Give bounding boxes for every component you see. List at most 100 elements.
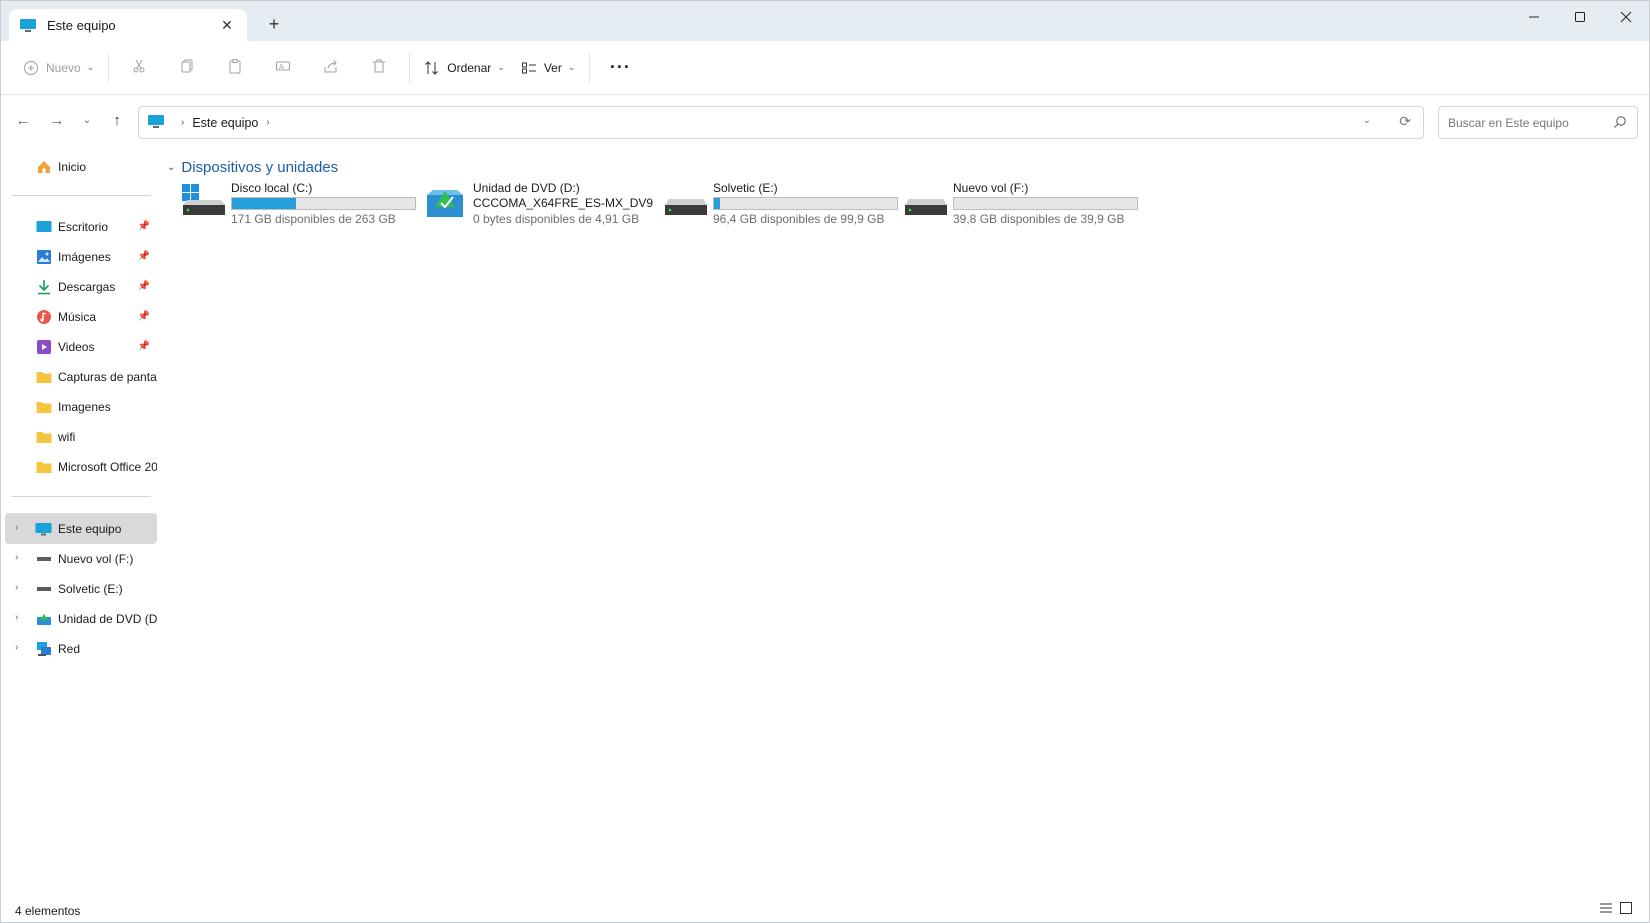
sidebar-item-inicio[interactable]: Inicio [5, 151, 157, 182]
drive-name: Disco local (C:) [231, 181, 313, 195]
new-button[interactable]: Nuevo ⌄ [15, 50, 102, 86]
delete-button[interactable] [355, 50, 403, 86]
pin-icon[interactable]: 📌 [137, 251, 151, 262]
chevron-right-icon[interactable]: › [181, 117, 184, 128]
drive-label: CCCOMA_X64FRE_ES-MX_DV9 [473, 196, 654, 210]
chevron-right-icon[interactable]: › [266, 117, 269, 128]
breadcrumb-este-equipo[interactable]: Este equipo [192, 116, 258, 130]
sidebar-item-label: Inicio [58, 159, 87, 174]
chevron-down-icon[interactable]: ⌄ [167, 162, 175, 173]
dvd-icon [35, 610, 52, 627]
maximize-button[interactable] [1557, 1, 1603, 33]
view-toggle [1599, 901, 1633, 915]
sidebar-item-dvd[interactable]: › Unidad de DVD (D:) [5, 603, 157, 634]
chevron-down-icon: ⌄ [82, 114, 92, 126]
rename-button[interactable]: A [259, 50, 307, 86]
search-box[interactable] [1438, 106, 1638, 139]
view-button[interactable]: Ver ⌄ [513, 50, 584, 86]
desktop-icon [35, 218, 52, 235]
drive-e[interactable]: Solvetic (E:) 96,4 GB disponibles de 99,… [663, 181, 903, 233]
pin-icon[interactable]: 📌 [137, 341, 151, 352]
details-view-icon[interactable] [1599, 901, 1613, 915]
drive-usage-fill [714, 198, 721, 209]
cut-button[interactable] [115, 50, 163, 86]
arrow-right-icon: → [49, 111, 65, 129]
copy-icon [179, 58, 195, 77]
sidebar-divider [11, 195, 151, 196]
arrow-up-icon: ↑ [113, 111, 121, 129]
home-icon [35, 158, 52, 175]
recent-locations-button[interactable]: ⌄ [73, 107, 101, 133]
new-label: Nuevo [46, 60, 81, 75]
chevron-down-icon: ⌄ [567, 62, 576, 72]
search-icon[interactable] [1613, 115, 1627, 132]
drive-name: Unidad de DVD (D:) [473, 181, 580, 195]
chevron-right-icon[interactable]: › [15, 642, 18, 653]
sort-label: Ordenar [447, 60, 492, 75]
clipboard-icon [227, 58, 243, 77]
content-pane: ⌄ Dispositivos y unidades Disco local (C… [161, 151, 1649, 891]
close-button[interactable] [1603, 1, 1649, 33]
drive-name: Nuevo vol (F:) [953, 181, 1029, 195]
sidebar-item-descargas[interactable]: Descargas 📌 [5, 271, 157, 302]
sidebar-item-wifi[interactable]: wifi [5, 421, 157, 452]
sort-button[interactable]: Ordenar ⌄ [416, 50, 513, 86]
sidebar-item-musica[interactable]: Música 📌 [5, 301, 157, 332]
chevron-right-icon[interactable]: › [15, 552, 18, 563]
chevron-right-icon[interactable]: › [15, 522, 18, 533]
drive-free-space: 0 bytes disponibles de 4,91 GB [473, 212, 640, 226]
folder-icon [35, 428, 52, 445]
new-tab-button[interactable]: + [263, 13, 285, 35]
scissors-icon [131, 58, 147, 77]
drive-f[interactable]: Nuevo vol (F:) 39,8 GB disponibles de 39… [903, 181, 1143, 233]
close-tab-icon[interactable]: ✕ [213, 13, 241, 37]
sidebar-item-label: Microsoft Office 20 [58, 459, 157, 474]
tab-title: Este equipo [47, 17, 116, 33]
status-item-count: 4 elementos [15, 904, 81, 918]
address-bar[interactable]: › Este equipo › ⌄ ⟳ [138, 106, 1424, 139]
sidebar-item-este-equipo[interactable]: › Este equipo [5, 513, 157, 544]
chevron-right-icon[interactable]: › [15, 582, 18, 593]
drive-free-space: 96,4 GB disponibles de 99,9 GB [713, 212, 885, 226]
more-options-button[interactable]: ··· [596, 50, 644, 86]
pin-icon[interactable]: 📌 [137, 311, 151, 322]
music-icon [35, 308, 52, 325]
hdd-icon [903, 183, 949, 219]
sidebar-item-label: Videos [58, 339, 95, 354]
arrow-left-icon: ← [15, 111, 31, 129]
tiles-view-icon[interactable] [1619, 901, 1633, 915]
address-row: ← → ⌄ ↑ › Este equipo › ⌄ ⟳ [1, 99, 1649, 145]
more-icon: ··· [609, 57, 631, 77]
paste-button[interactable] [211, 50, 259, 86]
up-button[interactable]: ↑ [103, 107, 131, 133]
sidebar-item-escritorio[interactable]: Escritorio 📌 [5, 211, 157, 242]
sidebar-item-nuevo-vol[interactable]: › Nuevo vol (F:) [5, 543, 157, 574]
sidebar-item-imagenes-pinned[interactable]: Imágenes 📌 [5, 241, 157, 272]
address-dropdown-icon[interactable]: ⌄ [1363, 115, 1371, 126]
drive-d[interactable]: Unidad de DVD (D:) CCCOMA_X64FRE_ES-MX_D… [423, 181, 663, 233]
search-input[interactable] [1448, 115, 1608, 130]
drive-free-space: 39,8 GB disponibles de 39,9 GB [953, 212, 1125, 226]
separator [108, 52, 110, 83]
navigation-pane: Inicio Escritorio 📌 Imágenes 📌 Descargas… [1, 151, 161, 891]
sidebar-item-videos[interactable]: Videos 📌 [5, 331, 157, 362]
sidebar-item-capturas[interactable]: Capturas de pantall [5, 361, 157, 392]
refresh-icon[interactable]: ⟳ [1399, 113, 1411, 130]
chevron-right-icon[interactable]: › [15, 612, 18, 623]
tab-este-equipo[interactable]: Este equipo ✕ [9, 9, 247, 41]
share-button[interactable] [307, 50, 355, 86]
sidebar-item-imagenes-folder[interactable]: Imagenes [5, 391, 157, 422]
forward-button[interactable]: → [43, 107, 71, 133]
sidebar-item-office[interactable]: Microsoft Office 20 [5, 451, 157, 482]
minimize-button[interactable] [1511, 1, 1557, 33]
back-button[interactable]: ← [9, 107, 37, 133]
drive-c[interactable]: Disco local (C:) 171 GB disponibles de 2… [181, 181, 421, 233]
copy-button[interactable] [163, 50, 211, 86]
pin-icon[interactable]: 📌 [137, 281, 151, 292]
sidebar-item-label: Capturas de pantall [58, 369, 157, 384]
group-header-devices[interactable]: ⌄ Dispositivos y unidades [167, 159, 338, 176]
sidebar-item-solvetic[interactable]: › Solvetic (E:) [5, 573, 157, 604]
pin-icon[interactable]: 📌 [137, 221, 151, 232]
dvd-drive-icon [423, 183, 469, 219]
sidebar-item-red[interactable]: › Red [5, 633, 157, 664]
